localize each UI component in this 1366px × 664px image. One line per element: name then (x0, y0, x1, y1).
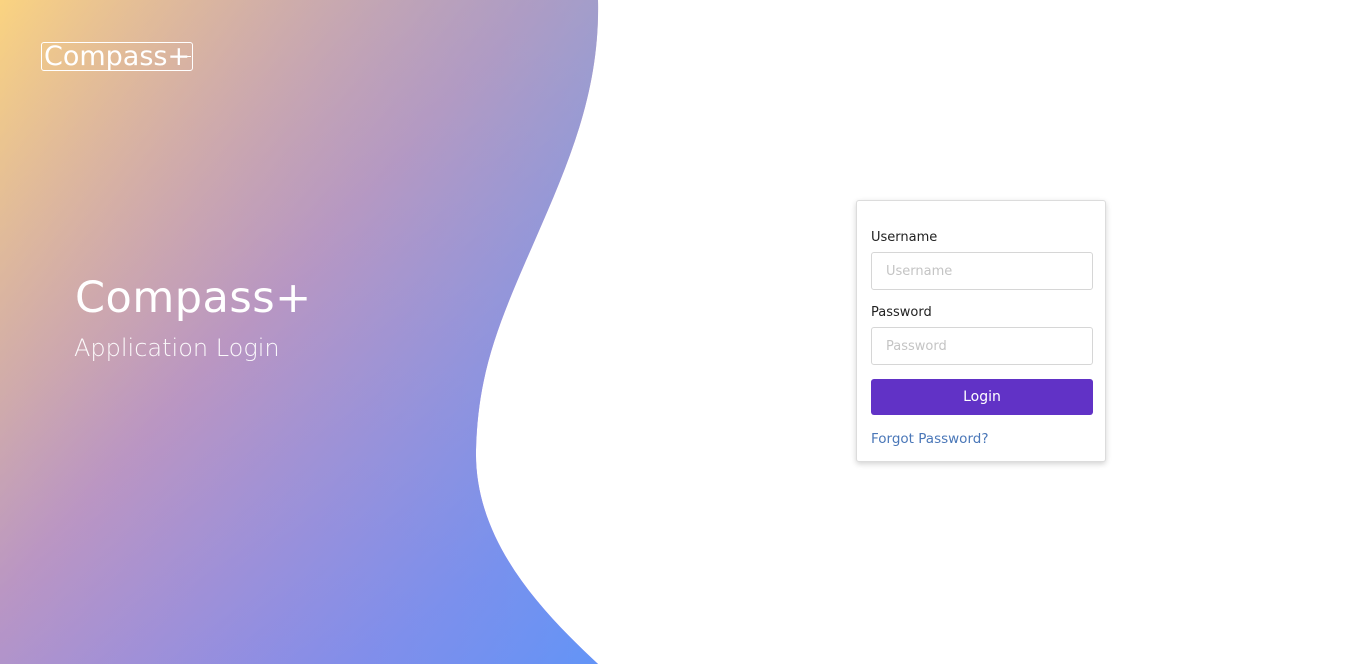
hero-title: Compass+ (75, 273, 312, 323)
hero-subtitle: Application Login (74, 334, 280, 362)
login-card: Username Password Login Forgot Password? (856, 200, 1106, 462)
logo-plus-stroke (171, 56, 191, 57)
forgot-password-link[interactable]: Forgot Password? (871, 430, 989, 448)
password-input[interactable] (871, 327, 1093, 365)
username-input[interactable] (871, 252, 1093, 290)
login-page: Compass+ Compass+ Application Login User… (0, 0, 1366, 664)
password-label: Password (871, 305, 932, 320)
login-button[interactable]: Login (871, 379, 1093, 415)
username-label: Username (871, 230, 938, 245)
